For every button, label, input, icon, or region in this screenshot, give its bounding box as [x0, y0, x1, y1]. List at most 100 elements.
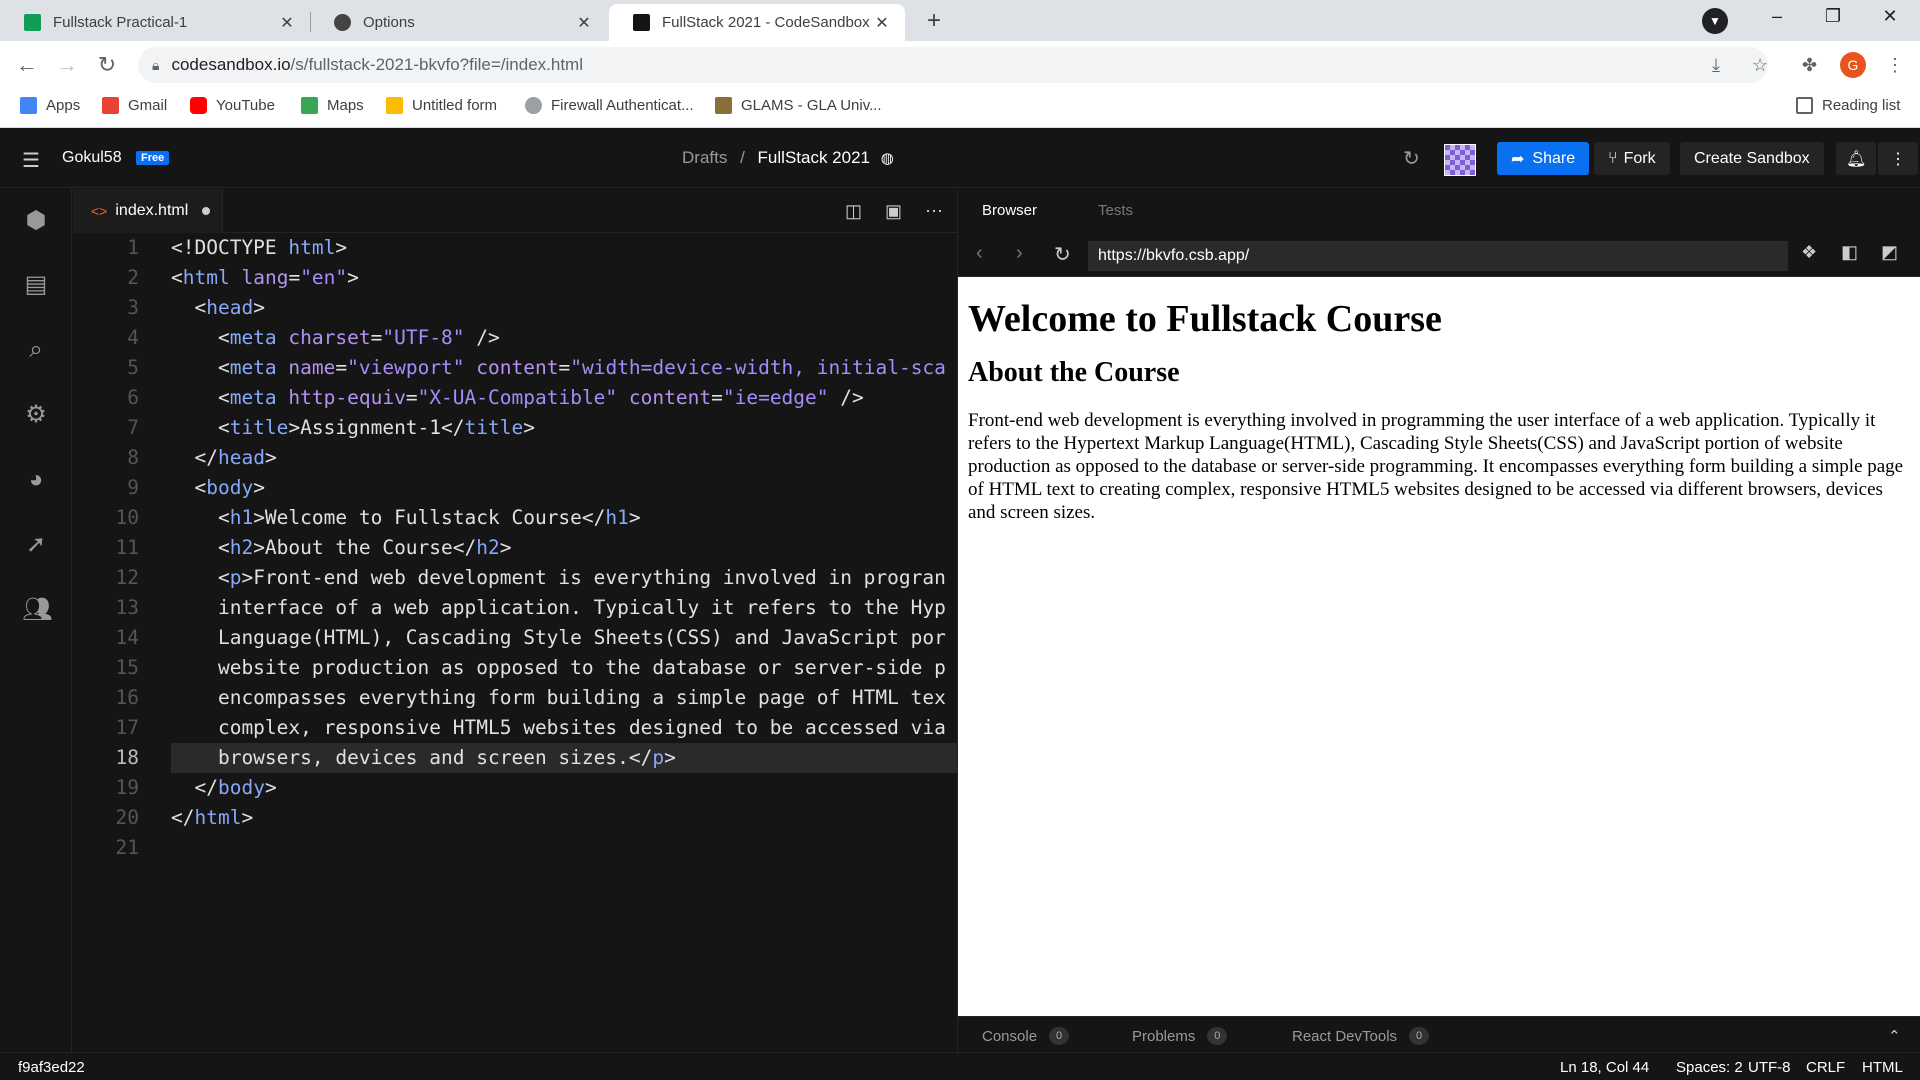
preview-forward-icon[interactable]: › — [1016, 242, 1023, 265]
fork-button[interactable]: ⑂ Fork — [1594, 142, 1670, 175]
open-in-new-window-icon[interactable]: ◧ — [1841, 242, 1858, 263]
browser-toolbar: ← → ↻ 🔒︎ codesandbox.io/s/fullstack-2021… — [0, 41, 1920, 89]
line-number: 3 — [127, 296, 139, 319]
react-devtools-tab[interactable]: React DevTools 0 — [1292, 1027, 1430, 1045]
reading-list[interactable]: Reading list — [1796, 97, 1900, 114]
tab-tests[interactable]: Tests — [1098, 202, 1133, 219]
profile-menu-icon[interactable]: ▼ — [1702, 8, 1728, 34]
new-tab-button[interactable]: + — [920, 8, 948, 36]
create-sandbox-button[interactable]: Create Sandbox — [1680, 142, 1824, 175]
line-number: 19 — [115, 776, 139, 799]
cursor-position[interactable]: Ln 18, Col 44 — [1560, 1059, 1649, 1076]
username[interactable]: Gokul58 — [62, 149, 122, 167]
back-icon[interactable]: ← — [12, 51, 42, 81]
code-line: 6 <meta http-equiv="X-UA-Compatible" con… — [73, 383, 957, 413]
split-editor-icon[interactable]: ◫ — [845, 201, 862, 222]
window-close-icon[interactable]: ✕ — [1870, 6, 1910, 27]
github-icon[interactable]: ◕ — [22, 466, 50, 494]
hamburger-menu-icon[interactable]: ☰ — [22, 148, 40, 173]
sandbox-info-icon[interactable]: ⬢ — [22, 207, 50, 235]
editor-tab-index-html[interactable]: <> index.html — [73, 189, 223, 233]
browser-tab-options[interactable]: Options ✕ — [310, 4, 607, 41]
code-text: <html lang="en"> — [171, 266, 359, 289]
code-editor[interactable]: 1 <!DOCTYPE html> 2 <html lang="en"> 3 <he… — [73, 233, 957, 1052]
code-text: <meta charset="UTF-8" /> — [171, 326, 500, 349]
code-text: complex, responsive HTML5 websites desig… — [171, 716, 946, 739]
code-line: 11 <h2>About the Course</h2> — [73, 533, 957, 563]
browser-tab-codesandbox[interactable]: FullStack 2021 - CodeSandbox ✕ — [609, 4, 905, 41]
console-tab[interactable]: Console 0 — [982, 1027, 1070, 1045]
line-number: 18 — [115, 746, 139, 769]
problems-tab[interactable]: Problems 0 — [1132, 1027, 1228, 1045]
expand-chevron-icon[interactable]: ⌃ — [1888, 1027, 1901, 1045]
search-icon[interactable]: ⌕ — [22, 336, 50, 364]
code-line: 19 </body> — [73, 773, 957, 803]
close-icon[interactable]: ✕ — [278, 13, 296, 33]
restore-icon[interactable]: ❐ — [1813, 6, 1853, 27]
bookmark-maps[interactable]: Maps — [301, 97, 364, 114]
codesandbox-header: ☰ Gokul58 Free Drafts / FullStack 2021 ◍… — [0, 128, 1920, 188]
code-line: 15 website production as opposed to the … — [73, 653, 957, 683]
line-number: 16 — [115, 686, 139, 709]
line-number: 21 — [115, 836, 139, 859]
bookmark-untitled-form[interactable]: Untitled form — [386, 97, 497, 114]
profile-avatar[interactable]: G — [1840, 52, 1866, 78]
preview-paragraph: Front-end web development is everything … — [968, 410, 1904, 523]
reload-icon[interactable]: ↻ — [92, 51, 122, 81]
refresh-icon[interactable]: ↻ — [1403, 146, 1420, 171]
reading-list-icon — [1796, 97, 1813, 114]
user-avatar[interactable] — [1444, 144, 1476, 176]
preview-panel: Browser Tests ‹ › ↻ https://bkvfo.csb.ap… — [957, 189, 1920, 1052]
bookmark-glams[interactable]: GLAMS - GLA Univ... — [715, 97, 882, 114]
install-app-icon[interactable]: ⤓ — [1712, 55, 1720, 76]
sandbox-name[interactable]: FullStack 2021 — [758, 148, 870, 167]
share-button[interactable]: ➦ Share — [1497, 142, 1590, 175]
close-icon[interactable]: ✕ — [575, 13, 593, 33]
bookmark-firewall[interactable]: Firewall Authenticat... — [525, 97, 694, 114]
bookmarks-bar: Apps Gmail YouTube Maps Untitled form Fi… — [0, 89, 1920, 128]
code-line: 3 <head> — [73, 293, 957, 323]
bookmark-gmail[interactable]: Gmail — [102, 97, 167, 114]
notifications-bell-icon[interactable]: 🔔︎ — [1836, 142, 1877, 175]
preview-back-icon[interactable]: ‹ — [976, 242, 983, 265]
preview-url-input[interactable]: https://bkvfo.csb.app/ — [1088, 241, 1788, 271]
chrome-menu-icon[interactable]: ⋮ — [1886, 55, 1904, 76]
deploy-rocket-icon[interactable]: ➚ — [22, 531, 50, 559]
line-number: 1 — [127, 236, 139, 259]
breadcrumb-separator: / — [740, 148, 745, 167]
extensions-icon[interactable]: ✤ — [1802, 55, 1817, 76]
bookmark-apps[interactable]: Apps — [20, 97, 80, 114]
bookmark-star-icon[interactable]: ☆ — [1752, 55, 1768, 76]
preview-tab-bar: Browser Tests — [958, 189, 1920, 233]
maps-icon — [301, 97, 318, 114]
tab-browser[interactable]: Browser — [982, 202, 1037, 219]
browser-tab-strip: Fullstack Practical-1 ✕ Options ✕ FullSt… — [0, 0, 1920, 41]
activity-bar: ⬢ ▤ ⌕ ⚙ ◕ ➚ 👥︎ — [0, 189, 72, 1052]
open-preview-icon[interactable]: ▣ — [885, 201, 902, 222]
code-line: 16 encompasses everything form building … — [73, 683, 957, 713]
breadcrumb-drafts[interactable]: Drafts — [682, 148, 727, 167]
more-menu-icon[interactable]: ⋮ — [1878, 142, 1918, 175]
close-icon[interactable]: ✕ — [873, 13, 891, 33]
tab-title: Options — [363, 14, 415, 31]
bookmark-youtube[interactable]: YouTube — [190, 97, 275, 114]
settings-gear-icon[interactable]: ⚙ — [22, 401, 50, 429]
code-line: 12 <p>Front-end web development is every… — [73, 563, 957, 593]
explorer-file-icon[interactable]: ▤ — [22, 271, 50, 299]
open-in-new-tab-icon[interactable]: ◩ — [1881, 242, 1898, 263]
address-bar[interactable]: 🔒︎ codesandbox.io/s/fullstack-2021-bkvfo… — [138, 47, 1768, 83]
editor-more-icon[interactable]: ⋯ — [925, 201, 943, 222]
indentation[interactable]: Spaces: 2 — [1676, 1059, 1743, 1076]
line-number: 9 — [127, 476, 139, 499]
forward-icon[interactable]: → — [52, 51, 82, 81]
preview-refresh-icon[interactable]: ↻ — [1054, 242, 1071, 267]
live-users-icon[interactable]: 👥︎ — [22, 596, 52, 624]
minimize-icon[interactable]: – — [1757, 6, 1797, 27]
line-endings[interactable]: CRLF — [1806, 1059, 1845, 1076]
language-mode[interactable]: HTML — [1862, 1059, 1903, 1076]
toggle-devtools-icon[interactable]: ❖ — [1801, 242, 1817, 263]
code-line: 4 <meta charset="UTF-8" /> — [73, 323, 957, 353]
encoding[interactable]: UTF-8 — [1748, 1059, 1791, 1076]
code-line: 14 Language(HTML), Cascading Style Sheet… — [73, 623, 957, 653]
browser-tab-fullstack-practical[interactable]: Fullstack Practical-1 ✕ — [0, 4, 310, 41]
